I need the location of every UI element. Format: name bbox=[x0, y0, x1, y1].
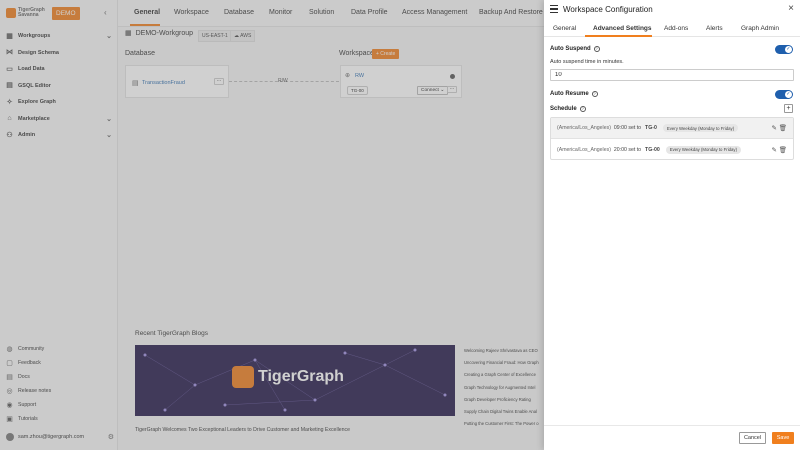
trash-icon[interactable]: 🗑 bbox=[779, 146, 787, 154]
help-icon[interactable]: ? bbox=[593, 46, 600, 52]
auto-suspend-minutes-input[interactable] bbox=[550, 69, 794, 81]
tab-advanced-settings[interactable]: Advanced Settings bbox=[593, 25, 652, 32]
schedule-size: TG-0 bbox=[645, 125, 657, 131]
schedule-row[interactable]: (America/Los_Angeles) 09:00 set to TG-0 … bbox=[551, 118, 793, 139]
modal-backdrop[interactable] bbox=[0, 0, 544, 450]
schedule-time: 09:00 set to bbox=[613, 125, 642, 131]
menu-icon bbox=[550, 5, 558, 13]
schedule-size: TG-00 bbox=[645, 146, 660, 153]
schedule-frequency-badge: Every Weekday (Monday to Friday) bbox=[662, 124, 739, 132]
check-icon bbox=[785, 91, 792, 98]
schedule-timezone: (America/Los_Angeles) bbox=[557, 146, 611, 153]
workspace-config-drawer: Workspace Configuration × General Advanc… bbox=[544, 0, 800, 450]
help-icon[interactable]: ? bbox=[579, 106, 586, 112]
edit-icon[interactable]: ✎ bbox=[772, 146, 777, 154]
schedule-timezone: (America/Los_Angeles) bbox=[557, 125, 611, 131]
schedule-label: Schedule ? bbox=[550, 106, 586, 112]
active-tab-indicator bbox=[585, 35, 652, 37]
auto-suspend-label: Auto Suspend ? bbox=[550, 46, 600, 52]
drawer-tabs: General Advanced Settings Add-ons Alerts… bbox=[544, 22, 800, 37]
auto-resume-toggle[interactable] bbox=[775, 90, 793, 99]
check-icon bbox=[785, 46, 792, 53]
save-button[interactable]: Save bbox=[772, 432, 794, 444]
tab-alerts[interactable]: Alerts bbox=[706, 25, 723, 32]
tab-graph-admin[interactable]: Graph Admin bbox=[741, 25, 779, 32]
auto-suspend-toggle[interactable] bbox=[775, 45, 793, 54]
schedule-row[interactable]: (America/Los_Angeles) 20:00 set to TG-00… bbox=[551, 139, 793, 160]
drawer-title: Workspace Configuration bbox=[563, 5, 653, 14]
cancel-button[interactable]: Cancel bbox=[739, 432, 766, 444]
trash-icon[interactable]: 🗑 bbox=[779, 124, 787, 132]
tab-general[interactable]: General bbox=[553, 25, 576, 32]
schedule-time: 20:00 set to bbox=[613, 146, 642, 153]
tab-add-ons[interactable]: Add-ons bbox=[664, 25, 688, 32]
edit-icon[interactable]: ✎ bbox=[772, 124, 777, 132]
schedule-frequency-badge: Every Weekday (Monday to Friday) bbox=[665, 145, 742, 154]
drawer-footer: Cancel Save bbox=[544, 425, 800, 450]
auto-resume-label: Auto Resume ? bbox=[550, 91, 598, 97]
auto-suspend-sublabel: Auto suspend time in minutes. bbox=[550, 59, 624, 65]
add-schedule-button[interactable]: + bbox=[784, 104, 793, 113]
help-icon[interactable]: ? bbox=[591, 91, 598, 97]
close-icon[interactable]: × bbox=[788, 3, 794, 14]
schedule-list: (America/Los_Angeles) 09:00 set to TG-0 … bbox=[550, 117, 794, 160]
drawer-header: Workspace Configuration × bbox=[544, 0, 800, 20]
